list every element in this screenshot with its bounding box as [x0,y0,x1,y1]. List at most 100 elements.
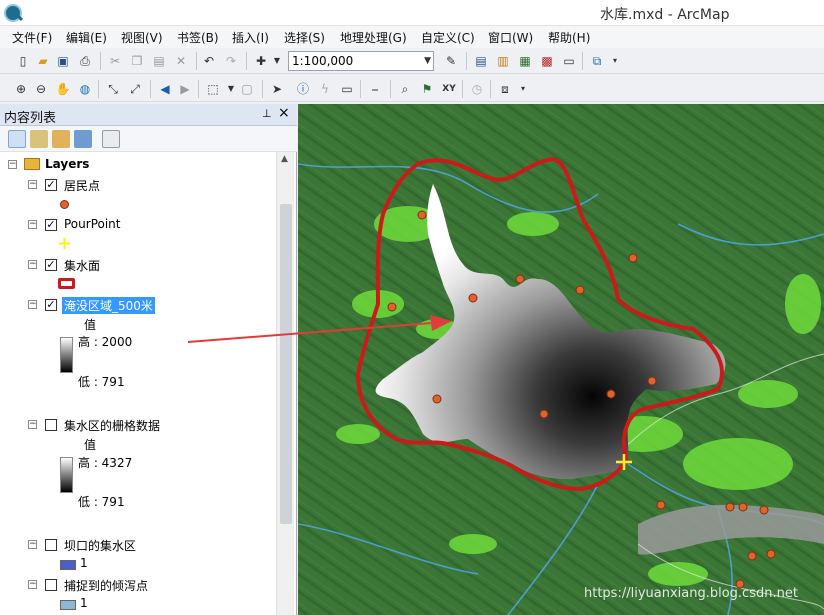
toc-scrollbar[interactable]: ▲ [276,152,294,615]
layer-expander[interactable]: − [28,420,37,429]
zoom-in-icon[interactable]: ⊕ [12,80,30,98]
undo-icon[interactable]: ↶ [200,52,218,70]
layers-collapse-toggle[interactable]: − [8,160,17,169]
clear-selection-icon[interactable]: ▢ [238,80,256,98]
settlement-point [656,500,666,510]
time-slider-icon[interactable]: ◷ [468,80,486,98]
legend-class-value: 1 [80,556,88,570]
menu-edit[interactable]: 编辑(E) [66,29,107,46]
list-by-source-icon[interactable] [30,130,48,148]
print-icon[interactable]: ⎙ [76,52,94,70]
menu-help[interactable]: 帮助(H) [548,29,590,46]
delete-icon[interactable]: ✕ [172,52,190,70]
menu-file[interactable]: 文件(F) [12,29,52,46]
layer-expander[interactable]: − [28,300,37,309]
settlement-symbol-icon [60,200,69,209]
menu-selection[interactable]: 选择(S) [284,29,325,46]
toc-title: 内容列表 [4,111,57,126]
hyperlink-icon[interactable]: ϟ [316,80,334,98]
map-scale-combobox[interactable]: 1:100,000 ▼ [288,51,434,71]
layer-checkbox-snapped-pour-point[interactable] [45,579,57,591]
layer-label-catchment-polygon[interactable]: 集水面 [64,257,100,274]
layer-checkbox-dam-catchment[interactable] [45,539,57,551]
class-color-swatch [60,560,76,570]
close-icon[interactable]: × [278,105,290,121]
go-to-xy-icon[interactable]: XY [440,80,458,98]
save-icon[interactable]: ▣ [54,52,72,70]
pin-icon[interactable]: ⊥ [262,107,272,120]
cut-icon[interactable]: ✂ [106,52,124,70]
layer-checkbox-catchment-raster[interactable] [45,419,57,431]
html-popup-icon[interactable]: ▭ [338,80,356,98]
map-scale-value: 1:100,000 [292,54,354,68]
add-data-dropdown-icon[interactable]: ▼ [268,52,286,70]
layer-label-catchment-raster[interactable]: 集水区的栅格数据 [64,417,160,434]
layer-checkbox-pourpoint[interactable]: ✓ [45,219,57,231]
layer-expander[interactable]: − [28,260,37,269]
settlement-point [647,376,657,386]
find-icon[interactable]: ⌕ [396,80,414,98]
zoom-out-icon[interactable]: ⊖ [32,80,50,98]
select-elements-icon[interactable]: ➤ [268,80,286,98]
fixed-zoom-out-icon[interactable]: ⤢ [126,80,144,98]
python-window-icon[interactable]: ▭ [560,52,578,70]
new-document-icon[interactable]: ▯ [14,52,32,70]
menu-bookmarks[interactable]: 书签(B) [177,29,219,46]
layer-checkbox-settlements[interactable]: ✓ [45,179,57,191]
toolbar-options-icon[interactable]: ▾ [514,80,532,98]
go-forward-icon[interactable]: ▶ [176,80,194,98]
layer-expander[interactable]: − [28,540,37,549]
layer-checkbox-catchment-polygon[interactable]: ✓ [45,259,57,271]
find-route-icon[interactable]: ⚑ [418,80,436,98]
create-viewer-window-icon[interactable]: ⧈ [496,80,514,98]
menu-insert[interactable]: 插入(I) [232,29,269,46]
layer-checkbox-inundation[interactable]: ✓ [45,299,57,311]
map-view[interactable] [298,104,824,615]
options-icon[interactable] [102,130,120,148]
table-of-contents-icon[interactable]: ▤ [472,52,490,70]
editor-toolbar-icon[interactable]: ✎ [442,52,460,70]
map-canvas[interactable] [298,104,824,615]
list-by-selection-icon[interactable] [74,130,92,148]
menu-customize[interactable]: 自定义(C) [421,29,475,46]
menu-geoprocessing[interactable]: 地理处理(G) [340,29,407,46]
redo-icon[interactable]: ↷ [222,52,240,70]
scroll-up-icon[interactable]: ▲ [281,154,288,164]
select-features-icon[interactable]: ⬚ [204,80,222,98]
chevron-down-icon[interactable]: ▼ [424,52,431,70]
model-builder-icon[interactable]: ⧉ [588,52,606,70]
fixed-zoom-in-icon[interactable]: ⤡ [104,80,122,98]
layer-label-settlements[interactable]: 居民点 [64,177,100,194]
full-extent-icon[interactable]: ◍ [76,80,94,98]
menu-view[interactable]: 视图(V) [121,29,163,46]
open-folder-icon[interactable]: ▰ [34,52,52,70]
measure-icon[interactable]: ⎯ [366,80,384,98]
window-title: 水库.mxd - ArcMap [600,7,730,23]
layer-label-snapped-pour-point[interactable]: 捕捉到的倾泻点 [64,577,148,594]
menu-windows[interactable]: 窗口(W) [488,29,533,46]
settlement-point [468,293,478,303]
arctoolbox-icon[interactable]: ▩ [538,52,556,70]
copy-icon[interactable]: ❐ [128,52,146,70]
layer-label-pourpoint[interactable]: PourPoint [64,217,120,231]
search-window-icon[interactable]: ▦ [516,52,534,70]
list-by-visibility-icon[interactable] [52,130,70,148]
identify-icon[interactable]: ⓘ [294,80,312,98]
toolbar-options-icon[interactable]: ▾ [606,52,624,70]
paste-icon[interactable]: ▤ [150,52,168,70]
settlement-point [738,502,748,512]
go-back-icon[interactable]: ◀ [156,80,174,98]
layers-root-label[interactable]: Layers [45,157,89,171]
layer-expander[interactable]: − [28,180,37,189]
layer-label-dam-catchment[interactable]: 坝口的集水区 [64,537,136,554]
layer-expander[interactable]: − [28,580,37,589]
settlement-point [725,502,735,512]
toc-header: 内容列表 ⊥ × [0,104,297,126]
legend-value-title: 值 [84,438,97,452]
scroll-thumb[interactable] [280,204,292,524]
list-by-drawing-order-icon[interactable] [8,130,26,148]
layer-expander[interactable]: − [28,220,37,229]
pan-icon[interactable]: ✋ [54,80,72,98]
catalog-icon[interactable]: ▥ [494,52,512,70]
layer-label-inundation[interactable]: 淹没区域_500米 [62,297,155,314]
